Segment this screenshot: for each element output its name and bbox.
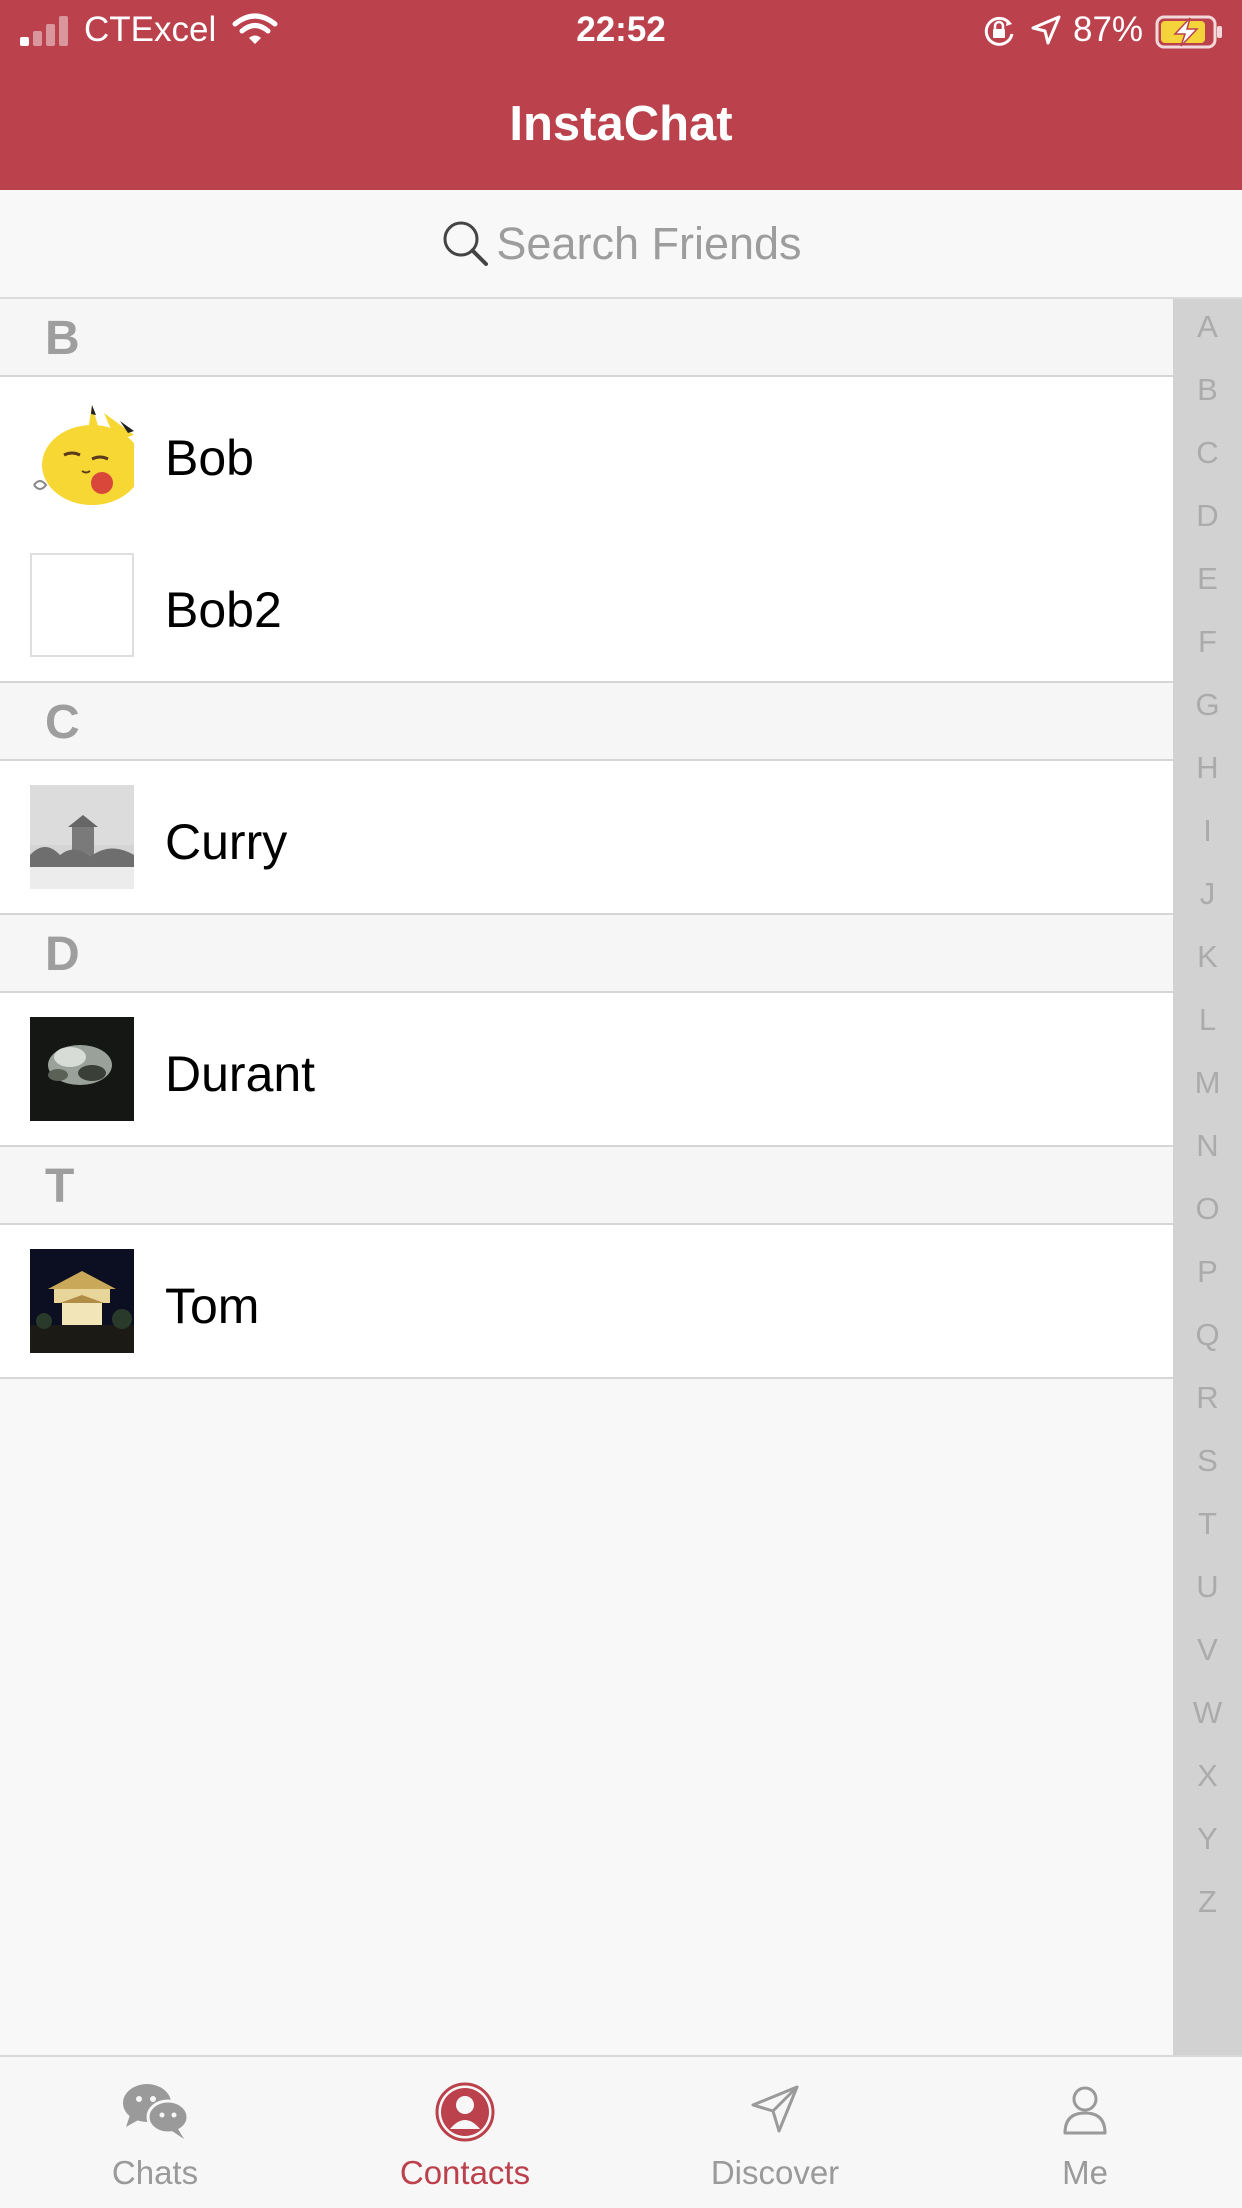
section-index-bar[interactable]: ABCDEFGHIJKLMNOPQRSTUVWXYZ xyxy=(1173,299,1242,2055)
battery-charging-icon xyxy=(1155,15,1225,58)
contact-name: Curry xyxy=(165,814,288,870)
rotation-lock-icon xyxy=(982,14,1016,57)
contact-name: Durant xyxy=(165,1046,316,1102)
index-letter-f[interactable]: F xyxy=(1173,624,1242,660)
tab-label: Contacts xyxy=(399,2154,531,2191)
section-letter: C xyxy=(45,696,80,749)
contact-row-bob2[interactable]: Bob2 xyxy=(0,529,1173,681)
index-letter-b[interactable]: B xyxy=(1173,372,1242,408)
section-header-c: C xyxy=(0,683,1173,761)
section-letter: T xyxy=(45,1160,75,1213)
tab-me[interactable]: Me xyxy=(930,2057,1240,2208)
section-header-d: D xyxy=(0,915,1173,993)
index-letter-m[interactable]: M xyxy=(1173,1065,1242,1101)
section-letter: D xyxy=(45,928,80,981)
tab-bar: Chats Contacts Discover Me xyxy=(0,2055,1242,2208)
chats-icon xyxy=(0,2081,310,2146)
page-title: InstaChat xyxy=(509,97,733,151)
contact-group-c: Curry xyxy=(0,761,1173,915)
index-letter-q[interactable]: Q xyxy=(1173,1317,1242,1353)
blank-avatar xyxy=(30,553,134,657)
index-letter-r[interactable]: R xyxy=(1173,1380,1242,1416)
pikachu-avatar xyxy=(30,401,134,505)
index-letter-d[interactable]: D xyxy=(1173,498,1242,534)
location-arrow-icon xyxy=(1030,14,1062,55)
discover-icon xyxy=(620,2081,930,2142)
index-letter-z[interactable]: Z xyxy=(1173,1884,1242,1920)
contact-name: Bob xyxy=(165,430,254,486)
index-letter-p[interactable]: P xyxy=(1173,1254,1242,1290)
index-letter-a[interactable]: A xyxy=(1173,309,1242,345)
night-building-avatar xyxy=(30,1249,134,1353)
index-letter-y[interactable]: Y xyxy=(1173,1821,1242,1857)
contact-group-d: Durant xyxy=(0,993,1173,1147)
snowy-building-avatar xyxy=(30,785,134,889)
index-letter-g[interactable]: G xyxy=(1173,687,1242,723)
section-header-b: B xyxy=(0,299,1173,377)
tab-label: Me xyxy=(1062,2154,1108,2191)
index-letter-v[interactable]: V xyxy=(1173,1632,1242,1668)
section-letter: B xyxy=(45,312,80,365)
index-letter-s[interactable]: S xyxy=(1173,1443,1242,1479)
index-letter-w[interactable]: W xyxy=(1173,1695,1242,1731)
contact-row-bob[interactable]: Bob xyxy=(0,377,1173,529)
me-icon xyxy=(930,2081,1240,2142)
night-clouds-avatar xyxy=(30,1017,134,1121)
index-letter-k[interactable]: K xyxy=(1173,939,1242,975)
contact-group-b: Bob Bob2 xyxy=(0,377,1173,683)
index-letter-j[interactable]: J xyxy=(1173,876,1242,912)
tab-label: Chats xyxy=(111,2154,199,2191)
contact-group-t: Tom xyxy=(0,1225,1173,1379)
tab-contacts[interactable]: Contacts xyxy=(310,2057,620,2208)
tab-discover[interactable]: Discover xyxy=(620,2057,930,2208)
contacts-icon xyxy=(310,2081,620,2148)
search-bar[interactable]: Search Friends xyxy=(0,190,1242,299)
contact-row-curry[interactable]: Curry xyxy=(0,761,1173,913)
battery-percent: 87% xyxy=(1073,10,1144,49)
contact-name: Bob2 xyxy=(165,582,282,638)
index-letter-u[interactable]: U xyxy=(1173,1569,1242,1605)
index-letter-i[interactable]: I xyxy=(1173,813,1242,849)
contact-row-tom[interactable]: Tom xyxy=(0,1225,1173,1377)
status-bar: CTExcel 22:52 87% xyxy=(0,0,1242,62)
section-header-t: T xyxy=(0,1147,1173,1225)
index-letter-t[interactable]: T xyxy=(1173,1506,1242,1542)
tab-chats[interactable]: Chats xyxy=(0,2057,310,2208)
index-letter-l[interactable]: L xyxy=(1173,1002,1242,1038)
index-letter-h[interactable]: H xyxy=(1173,750,1242,786)
index-letter-o[interactable]: O xyxy=(1173,1191,1242,1227)
contact-name: Tom xyxy=(165,1278,260,1334)
contact-row-durant[interactable]: Durant xyxy=(0,993,1173,1145)
navigation-header: CTExcel 22:52 87% InstaChat xyxy=(0,0,1242,190)
index-letter-e[interactable]: E xyxy=(1173,561,1242,597)
search-icon xyxy=(440,218,490,273)
search-placeholder[interactable]: Search Friends xyxy=(496,218,801,270)
index-letter-x[interactable]: X xyxy=(1173,1758,1242,1794)
index-letter-n[interactable]: N xyxy=(1173,1128,1242,1164)
index-letter-c[interactable]: C xyxy=(1173,435,1242,471)
tab-label: Discover xyxy=(710,2154,840,2191)
contact-list: B Bob Bob2 C Curry D Durant T Tom xyxy=(0,299,1173,1379)
